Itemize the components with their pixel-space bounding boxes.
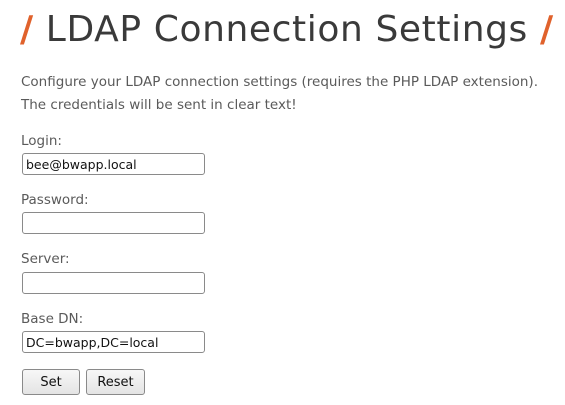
password-input[interactable] [22,212,205,234]
login-label: Login: [21,133,62,149]
title-slash-right: / [539,9,554,50]
server-input[interactable] [22,272,205,294]
base-dn-label: Base DN: [21,311,84,327]
title-slash-left: / [20,9,34,50]
page-title: / LDAP Connection Settings / [20,6,555,58]
password-label: Password: [21,192,89,208]
set-button[interactable]: Set [22,369,80,395]
intro-line-1: Configure your LDAP connection settings … [21,74,538,90]
base-dn-input[interactable] [22,331,205,353]
server-label: Server: [21,251,70,267]
intro-text: Configure your LDAP connection settings … [21,71,556,117]
page-title-text: LDAP Connection Settings [45,9,528,50]
login-input[interactable] [22,153,205,175]
reset-button[interactable]: Reset [86,369,145,395]
intro-line-2: The credentials will be sent in clear te… [21,97,297,113]
